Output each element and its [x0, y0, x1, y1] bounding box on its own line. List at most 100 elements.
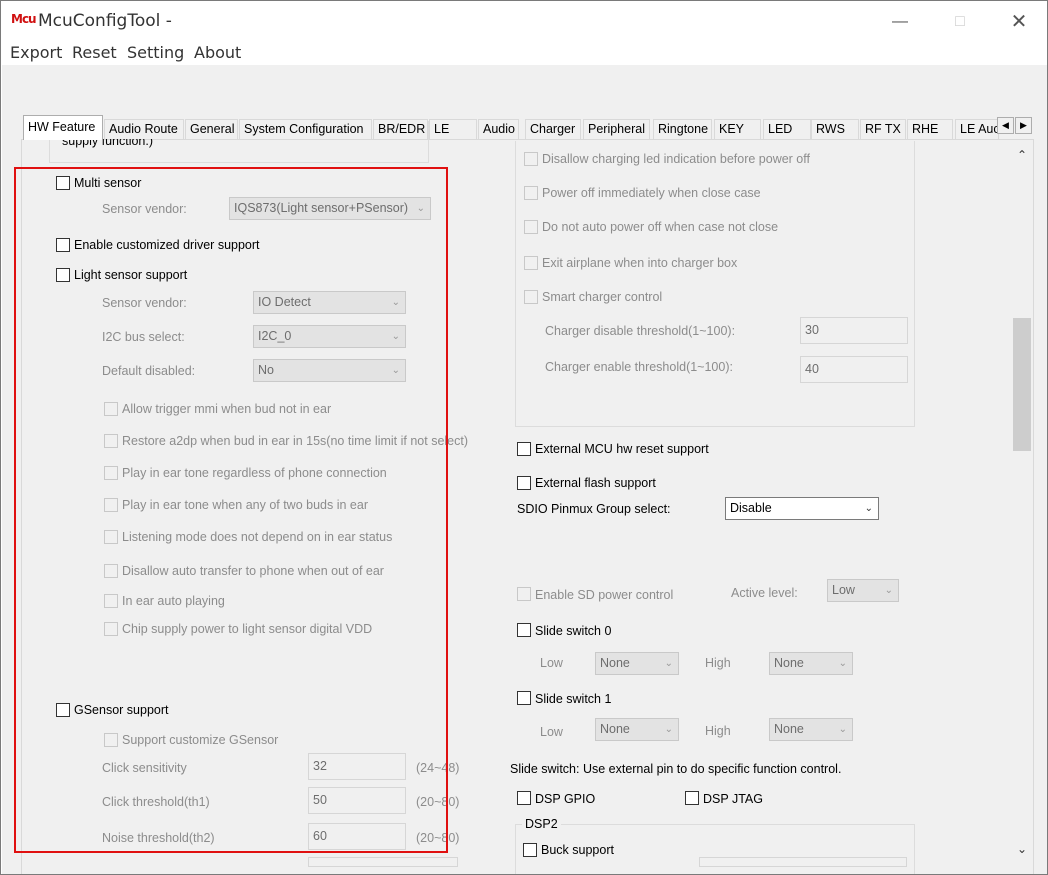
slide1-high-value: None — [774, 722, 804, 736]
chevron-down-icon: ⌄ — [416, 203, 425, 214]
power-off-close-case-checkbox[interactable] — [524, 186, 538, 200]
multi-sensor-label: Multi sensor — [74, 176, 142, 190]
exit-airplane-label: Exit airplane when into charger box — [542, 256, 738, 270]
chip-supply-power-label: Chip supply power to light sensor digita… — [122, 622, 373, 636]
clipped-dsp2-input[interactable] — [699, 857, 907, 867]
disallow-auto-transfer-label: Disallow auto transfer to phone when out… — [122, 564, 384, 578]
app-window: Mcu McuConfigTool - — □ ✕ Export Reset S… — [0, 0, 1048, 875]
charger-enable-label: Charger enable threshold(1~100): — [545, 360, 733, 374]
slide0-high-label: High — [705, 656, 731, 670]
chevron-down-icon: ⌄ — [838, 724, 847, 735]
multi-sensor-vendor-label: Sensor vendor: — [102, 202, 187, 216]
noise-threshold-input[interactable]: 60 — [308, 823, 406, 850]
light-sensor-label: Light sensor support — [74, 268, 188, 282]
i2c-value: I2C_0 — [258, 329, 292, 343]
restore-a2dp-label: Restore a2dp when bud in ear in 15s(no t… — [122, 434, 469, 448]
ext-mcu-label: External MCU hw reset support — [535, 442, 709, 456]
slide1-low-select[interactable]: None ⌄ — [595, 718, 679, 741]
dsp-gpio-checkbox[interactable] — [517, 791, 531, 805]
charger-disable-input[interactable]: 30 — [800, 317, 908, 344]
disallow-auto-transfer-checkbox[interactable] — [104, 564, 118, 578]
click-threshold-range: (20~80) — [416, 795, 460, 809]
gsensor-label: GSensor support — [74, 703, 169, 717]
tab-hw-feature[interactable]: HW Feature — [23, 115, 103, 140]
power-off-close-case-label: Power off immediately when close case — [542, 186, 761, 200]
buck-support-checkbox[interactable] — [523, 843, 537, 857]
click-sensitivity-range: (24~48) — [416, 761, 460, 775]
sd-power-checkbox[interactable] — [517, 587, 531, 601]
chevron-down-icon: ⌄ — [391, 331, 400, 342]
default-disabled-label: Default disabled: — [102, 364, 196, 378]
click-sensitivity-label: Click sensitivity — [102, 761, 187, 775]
slide-switch-0-label: Slide switch 0 — [535, 624, 612, 638]
slide0-low-label: Low — [540, 656, 563, 670]
default-disabled-select[interactable]: No ⌄ — [253, 359, 406, 382]
multi-sensor-vendor-select[interactable]: IQS873(Light sensor+PSensor) ⌄ — [229, 197, 431, 220]
chip-supply-power-checkbox[interactable] — [104, 622, 118, 636]
listening-mode-checkbox[interactable] — [104, 530, 118, 544]
slide1-low-label: Low — [540, 725, 563, 739]
light-vendor-value: IO Detect — [258, 295, 311, 309]
sd-power-label: Enable SD power control — [535, 588, 674, 602]
ext-mcu-checkbox[interactable] — [517, 442, 531, 456]
click-threshold-label: Click threshold(th1) — [102, 795, 210, 809]
clipped-input[interactable] — [308, 857, 458, 867]
charger-enable-input[interactable]: 40 — [800, 356, 908, 383]
listening-mode-label: Listening mode does not depend on in ear… — [122, 530, 393, 544]
scroll-down-icon[interactable]: ⌄ — [1014, 841, 1030, 857]
smart-charger-checkbox[interactable] — [524, 290, 538, 304]
chevron-down-icon: ⌄ — [391, 365, 400, 376]
slide-switch-0-checkbox[interactable] — [517, 623, 531, 637]
click-threshold-input[interactable]: 50 — [308, 787, 406, 814]
i2c-select[interactable]: I2C_0 ⌄ — [253, 325, 406, 348]
in-ear-auto-playing-checkbox[interactable] — [104, 594, 118, 608]
smart-charger-label: Smart charger control — [542, 290, 663, 304]
sdio-value: Disable — [730, 501, 772, 515]
light-vendor-select[interactable]: IO Detect ⌄ — [253, 291, 406, 314]
vertical-scrollbar[interactable]: ⌃ ⌄ — [1011, 141, 1033, 874]
noise-threshold-label: Noise threshold(th2) — [102, 831, 215, 845]
active-level-select[interactable]: Low ⌄ — [827, 579, 899, 602]
multi-sensor-checkbox[interactable] — [56, 176, 70, 190]
scrollbar-thumb[interactable] — [1013, 318, 1031, 451]
no-auto-power-off-checkbox[interactable] — [524, 220, 538, 234]
customize-gsensor-checkbox[interactable] — [104, 733, 118, 747]
hw-feature-page: supply function.) Multi sensor Sensor ve… — [1, 1, 1047, 874]
slide-switch-note: Slide switch: Use external pin to do spe… — [510, 762, 842, 776]
slide1-high-select[interactable]: None ⌄ — [769, 718, 853, 741]
slide0-high-select[interactable]: None ⌄ — [769, 652, 853, 675]
dsp2-title: DSP2 — [522, 817, 561, 831]
play-tone-regardless-checkbox[interactable] — [104, 466, 118, 480]
exit-airplane-checkbox[interactable] — [524, 256, 538, 270]
allow-trigger-mmi-label: Allow trigger mmi when bud not in ear — [122, 402, 332, 416]
custom-driver-checkbox[interactable] — [56, 238, 70, 252]
slide0-low-select[interactable]: None ⌄ — [595, 652, 679, 675]
active-level-value: Low — [832, 583, 855, 597]
play-tone-any-bud-label: Play in ear tone when any of two buds in… — [122, 498, 368, 512]
customize-gsensor-label: Support customize GSensor — [122, 733, 279, 747]
chevron-down-icon: ⌄ — [838, 658, 847, 669]
charger-disable-label: Charger disable threshold(1~100): — [545, 324, 736, 338]
click-sensitivity-input[interactable]: 32 — [308, 753, 406, 780]
slide0-low-value: None — [600, 656, 630, 670]
slide-switch-1-label: Slide switch 1 — [535, 692, 612, 706]
ext-flash-label: External flash support — [535, 476, 656, 490]
allow-trigger-mmi-checkbox[interactable] — [104, 402, 118, 416]
sdio-select[interactable]: Disable ⌄ — [725, 497, 879, 520]
light-sensor-checkbox[interactable] — [56, 268, 70, 282]
play-tone-any-bud-checkbox[interactable] — [104, 498, 118, 512]
chevron-down-icon: ⌄ — [664, 724, 673, 735]
light-vendor-label: Sensor vendor: — [102, 296, 187, 310]
gsensor-checkbox[interactable] — [56, 703, 70, 717]
charger-groupbox — [515, 141, 915, 427]
chevron-down-icon: ⌄ — [391, 297, 400, 308]
clipped-label: supply function.) — [62, 139, 154, 148]
scroll-up-icon[interactable]: ⌃ — [1014, 147, 1030, 163]
sdio-label: SDIO Pinmux Group select: — [517, 502, 671, 516]
disallow-charging-led-checkbox[interactable] — [524, 152, 538, 166]
dsp-jtag-checkbox[interactable] — [685, 791, 699, 805]
restore-a2dp-checkbox[interactable] — [104, 434, 118, 448]
slide-switch-1-checkbox[interactable] — [517, 691, 531, 705]
dsp-jtag-label: DSP JTAG — [703, 792, 763, 806]
ext-flash-checkbox[interactable] — [517, 476, 531, 490]
